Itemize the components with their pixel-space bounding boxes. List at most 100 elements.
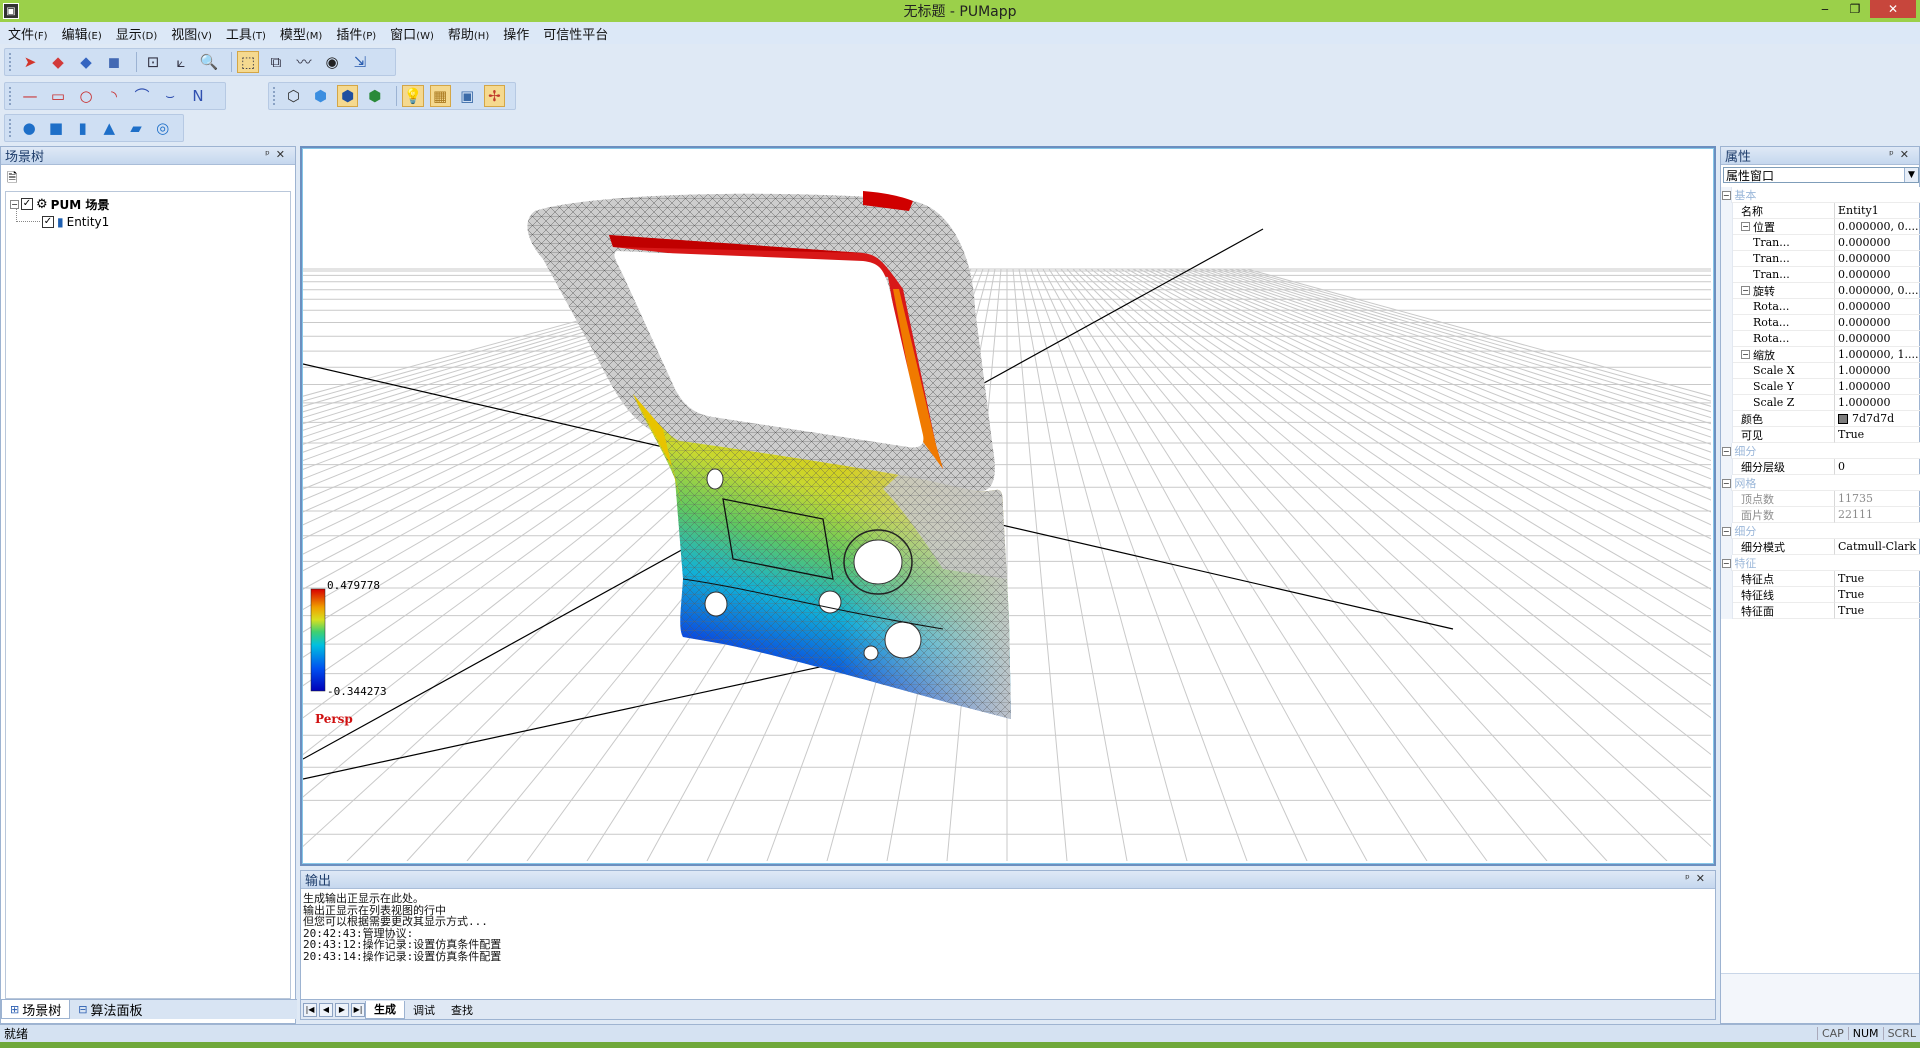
select-arrow-icon[interactable]: ➤ xyxy=(19,51,41,73)
eye-icon[interactable]: ◉ xyxy=(321,51,343,73)
close-icon[interactable]: ✕ xyxy=(276,148,291,161)
model-red-icon[interactable]: ◆ xyxy=(47,51,69,73)
shaded-cube-icon[interactable]: ⬢ xyxy=(310,85,331,107)
toolbar-grip[interactable] xyxy=(9,87,13,105)
color-swatch[interactable] xyxy=(1838,413,1848,424)
cone-icon[interactable]: ▲ xyxy=(99,117,120,139)
tab-scroll-button[interactable]: ▶| xyxy=(351,1002,365,1017)
property-value-cell[interactable]: True xyxy=(1835,603,1920,619)
property-value-cell[interactable]: 11735 xyxy=(1835,491,1920,507)
menu-item[interactable]: 模型(M) xyxy=(280,24,322,43)
close-button[interactable]: ✕ xyxy=(1870,0,1916,18)
cylinder-icon[interactable]: ▮ xyxy=(72,117,93,139)
property-value-cell[interactable]: True xyxy=(1835,427,1920,443)
property-value-cell[interactable]: 1.000000 xyxy=(1835,395,1920,411)
axis-icon[interactable]: ⟀ xyxy=(170,51,192,73)
output-tab[interactable]: 调试 xyxy=(405,1001,443,1019)
axes-icon[interactable]: ✢ xyxy=(483,85,505,107)
output-tab[interactable]: 生成 xyxy=(365,1000,405,1019)
fit-view-icon[interactable]: ⧉ xyxy=(265,51,287,73)
property-value-cell[interactable]: 0.000000 xyxy=(1835,235,1920,251)
scene-render[interactable]: 0.479778 -0.344273 Persp xyxy=(303,149,1713,862)
tab-scroll-button[interactable]: ◀ xyxy=(319,1002,333,1017)
collapse-icon[interactable]: − xyxy=(1721,446,1731,456)
property-row[interactable]: 顶点数 11735 xyxy=(1721,491,1920,507)
property-value-cell[interactable]: 0.000000, 0.... xyxy=(1835,219,1920,235)
cube-icon[interactable]: ■ xyxy=(46,117,67,139)
collapse-icon[interactable]: − xyxy=(1741,350,1750,359)
property-row[interactable]: 特征点 True xyxy=(1721,571,1920,587)
line-icon[interactable]: — xyxy=(19,85,41,107)
model-shape-icon[interactable]: ◆ xyxy=(75,51,97,73)
property-category[interactable]: − 特征 xyxy=(1721,555,1920,571)
property-value-cell[interactable]: 0 xyxy=(1835,459,1920,475)
property-value-cell[interactable]: Catmull-Clark xyxy=(1835,539,1920,555)
rectangle-icon[interactable]: ▭ xyxy=(47,85,69,107)
property-value-cell[interactable]: 0.000000 xyxy=(1835,251,1920,267)
property-row[interactable]: Tran... 0.000000 xyxy=(1721,267,1920,283)
zoom-window-icon[interactable]: ⊡ xyxy=(142,51,164,73)
property-row[interactable]: − 位置 0.000000, 0.... xyxy=(1721,219,1920,235)
property-row[interactable]: 特征线 True xyxy=(1721,587,1920,603)
property-value-cell[interactable]: 0.000000 xyxy=(1835,299,1920,315)
output-log[interactable]: 生成输出正显示在此处。 输出正显示在列表视图的行中 但您可以根据需要更改其显示方式.… xyxy=(303,893,501,962)
collapse-icon[interactable]: − xyxy=(1741,286,1750,295)
measure-icon[interactable]: 〰 xyxy=(293,51,315,73)
menu-item[interactable]: 显示(D) xyxy=(116,24,158,43)
model-cube-icon[interactable]: ◼ xyxy=(103,51,125,73)
property-row[interactable]: Rota... 0.000000 xyxy=(1721,315,1920,331)
property-row[interactable]: 特征面 True xyxy=(1721,603,1920,619)
transform-icon[interactable]: ⇲ xyxy=(349,51,371,73)
property-row[interactable]: − 旋转 0.000000, 0.... xyxy=(1721,283,1920,299)
torus-icon[interactable]: ◎ xyxy=(152,117,173,139)
tree-node-root[interactable]: − ✓ ⚙ PUM 场景 xyxy=(10,196,109,212)
property-category[interactable]: − 细分 xyxy=(1721,443,1920,459)
circle-icon[interactable]: ○ xyxy=(75,85,97,107)
property-row[interactable]: Tran... 0.000000 xyxy=(1721,235,1920,251)
collapse-icon[interactable]: − xyxy=(10,199,19,209)
property-value-cell[interactable]: 7d7d7d xyxy=(1835,411,1920,427)
collapse-icon[interactable]: − xyxy=(1721,526,1731,536)
entity-checkbox[interactable]: ✓ xyxy=(42,216,54,228)
menu-item[interactable]: 可信性平台 xyxy=(543,24,608,43)
property-value-cell[interactable]: True xyxy=(1835,587,1920,603)
minimize-button[interactable]: ‒ xyxy=(1810,0,1840,18)
toolbar-grip[interactable] xyxy=(9,53,13,71)
pin-icon[interactable]: ᵖ xyxy=(1889,148,1900,161)
polyline-icon[interactable]: N xyxy=(187,85,209,107)
collapse-icon[interactable]: − xyxy=(1721,558,1731,568)
toolbar-grip[interactable] xyxy=(9,119,13,137)
property-value-cell[interactable]: 0.000000 xyxy=(1835,315,1920,331)
viewport-canvas[interactable]: 0.479778 -0.344273 Persp xyxy=(302,148,1714,864)
property-value-cell[interactable]: 0.000000 xyxy=(1835,331,1920,347)
property-row[interactable]: 细分模式 Catmull-Clark xyxy=(1721,539,1920,555)
chevron-down-icon[interactable]: ▼ xyxy=(1904,168,1918,182)
menu-item[interactable]: 工具(T) xyxy=(226,24,266,43)
property-row[interactable]: Scale Z 1.000000 xyxy=(1721,395,1920,411)
menu-item[interactable]: 文件(F) xyxy=(8,24,48,43)
curve-icon[interactable]: ⌒ xyxy=(131,85,153,107)
output-tab[interactable]: 查找 xyxy=(443,1001,481,1019)
tab-scene-tree[interactable]: ⊞ 场景树 xyxy=(1,1000,71,1019)
shaded-edges-icon[interactable]: ⬢ xyxy=(337,85,359,107)
pin-icon[interactable]: ᵖ xyxy=(1685,872,1696,885)
document-icon[interactable]: 🗎 xyxy=(7,169,23,186)
collapse-icon[interactable]: − xyxy=(1721,190,1731,200)
collapse-icon[interactable]: − xyxy=(1741,222,1750,231)
solid-color-icon[interactable]: ⬢ xyxy=(364,85,385,107)
property-category[interactable]: − 细分 xyxy=(1721,523,1920,539)
pin-icon[interactable]: ᵖ xyxy=(265,148,276,161)
menu-item[interactable]: 操作 xyxy=(503,24,529,43)
restore-button[interactable]: ❐ xyxy=(1840,0,1870,18)
property-value-cell[interactable]: 1.000000 xyxy=(1835,379,1920,395)
grid-icon[interactable]: ▦ xyxy=(429,85,451,107)
property-row[interactable]: 颜色 7d7d7d xyxy=(1721,411,1920,427)
property-value-cell[interactable]: 22111 xyxy=(1835,507,1920,523)
property-value-cell[interactable]: True xyxy=(1835,571,1920,587)
wireframe-cube-icon[interactable]: ⬡ xyxy=(283,85,304,107)
property-value-cell[interactable]: 1.000000 xyxy=(1835,363,1920,379)
property-row[interactable]: − 缩放 1.000000, 1.... xyxy=(1721,347,1920,363)
menu-item[interactable]: 编辑(E) xyxy=(62,24,102,43)
close-icon[interactable]: ✕ xyxy=(1696,872,1711,885)
menu-item[interactable]: 帮助(H) xyxy=(448,24,489,43)
